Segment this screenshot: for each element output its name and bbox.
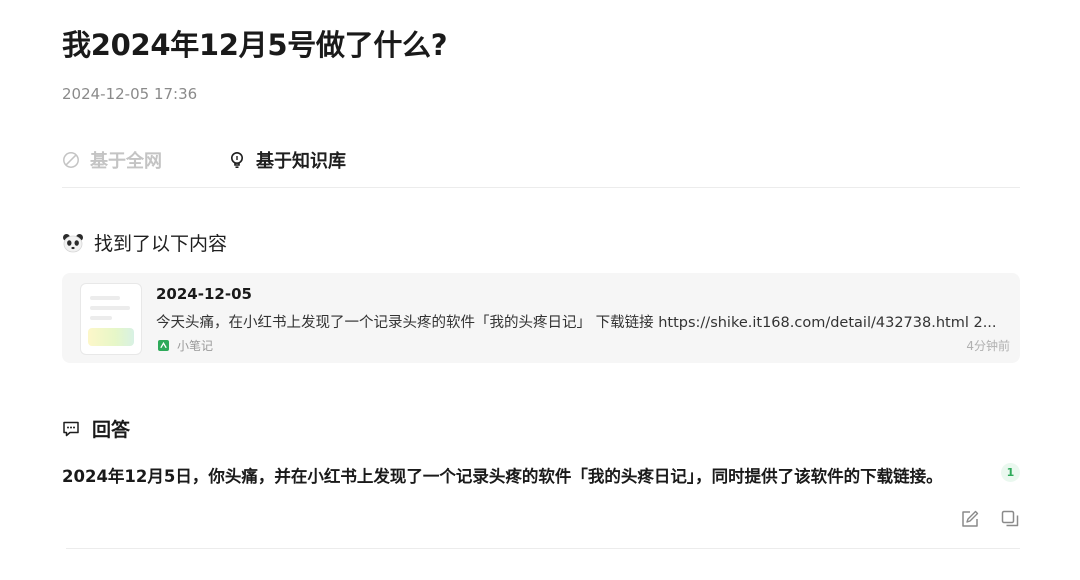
found-title: 找到了以下内容 <box>94 233 228 255</box>
page-title: 我2024年12月5号做了什么? <box>62 28 448 62</box>
result-source-label: 小笔记 <box>177 339 214 353</box>
answer-header: 回答 <box>62 415 130 442</box>
result-age: 4分钟前 <box>966 339 1010 353</box>
result-snippet: 今天头痛，在小红书上发现了一个记录头疼的软件「我的头疼日记」 下载链接 http… <box>156 315 997 331</box>
tab-knowledge-base[interactable]: 基于知识库 <box>228 145 346 175</box>
web-search-icon <box>63 152 79 168</box>
source-tabs: 基于全网 基于知识库 <box>62 145 1020 188</box>
answer-title: 回答 <box>92 419 131 441</box>
copy-button[interactable] <box>1000 509 1022 531</box>
result-card[interactable]: 2024-12-05 今天头痛，在小红书上发现了一个记录头疼的软件「我的头疼日记… <box>62 273 1020 363</box>
lightbulb-icon <box>231 152 243 169</box>
tab-knowledge-base-label: 基于知识库 <box>256 151 346 172</box>
citation-badge[interactable]: 1 <box>1001 463 1020 482</box>
copy-icon <box>1001 510 1019 527</box>
answer-text: 2024年12月5日，你头痛，并在小红书上发现了一个记录头疼的软件「我的头疼日记… <box>62 467 943 486</box>
edit-icon <box>962 510 979 527</box>
result-source: 小笔记 <box>158 337 213 354</box>
message-icon <box>63 421 79 436</box>
tab-web-label: 基于全网 <box>90 151 162 172</box>
note-source-icon <box>158 340 169 351</box>
note-thumbnail <box>80 283 142 355</box>
page-timestamp: 2024-12-05 17:36 <box>62 85 198 103</box>
panda-icon <box>63 233 83 252</box>
result-date: 2024-12-05 <box>156 285 252 303</box>
edit-button[interactable] <box>960 509 982 531</box>
tab-web[interactable]: 基于全网 <box>62 145 162 175</box>
found-header: 找到了以下内容 <box>62 229 227 256</box>
bottom-divider <box>66 548 1020 549</box>
